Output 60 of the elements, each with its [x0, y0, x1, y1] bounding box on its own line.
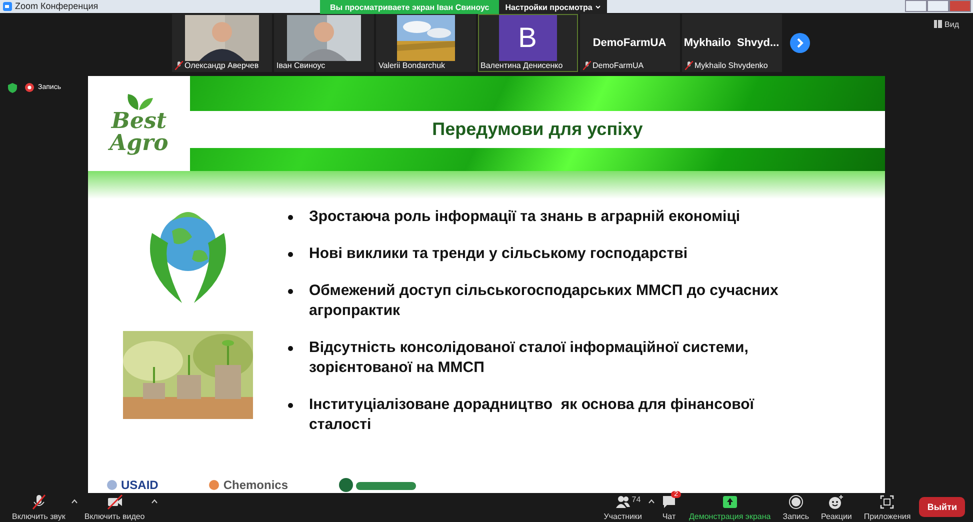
participant-video-tile[interactable]: DemoFarmUA DemoFarmUA — [580, 14, 680, 72]
participant-video-tile[interactable]: Mykhailo Shvyd... Mykhailo Shvydenko — [682, 14, 782, 72]
bullet-text: Відсутність консолідованої сталої інформаційної системи, зорієнтованої на ММСП — [309, 338, 750, 378]
participant-video-tile[interactable]: Іван Свиноус — [274, 14, 374, 72]
next-page-button[interactable] — [790, 32, 810, 53]
participant-name: Valerii Bondarchuk — [378, 60, 446, 70]
screen-share-banner: Вы просматриваете экран Іван Свиноус — [320, 0, 500, 14]
toolbar-button[interactable]: Демонстрация экрана — [682, 494, 777, 521]
participant-display-name: Mykhailo Shvyd... — [684, 36, 780, 50]
muted-mic-icon — [684, 60, 692, 70]
toolbar-button[interactable]: 74 Участники — [598, 494, 648, 521]
participant-video-tile[interactable]: Олександр Аверчев — [172, 14, 272, 72]
window-title: Zoom Конференция — [3, 1, 98, 12]
participant-count: 74 — [632, 494, 641, 504]
participant-name: Іван Свиноус — [276, 60, 326, 70]
bullet-icon — [288, 214, 293, 220]
app-logo-icon — [3, 2, 12, 11]
participant-name: DemoFarmUA — [582, 60, 644, 70]
view-button[interactable]: Вид — [928, 18, 965, 30]
participant-name: Mykhailo Shvydenko — [684, 60, 768, 70]
toolbar-button[interactable]: Приложения — [858, 494, 917, 521]
caret-icon — [595, 5, 602, 9]
shield-icon — [8, 82, 17, 93]
participant-video-tile[interactable]: Valerii Bondarchuk — [376, 14, 476, 72]
muted-mic-icon — [174, 60, 182, 70]
view-options-button[interactable]: Настройки просмотра — [499, 0, 608, 14]
participant-display-name: DemoFarmUA — [592, 36, 666, 50]
bullet-icon — [288, 402, 293, 408]
caret-icon[interactable] — [71, 498, 78, 504]
bullet-text: Обмежений доступ сільськогосподарських ММСП до сучасних агропрактик — [309, 280, 780, 321]
partner-logo: Chemonics — [208, 478, 288, 492]
caret-icon[interactable] — [648, 498, 655, 504]
maximize-button[interactable] — [927, 0, 949, 12]
partner-logo-icon — [338, 478, 418, 492]
participant-name: Валентина Денисенко — [480, 60, 563, 70]
toolbar-button[interactable]: Реакции — [814, 494, 858, 521]
grid-icon — [934, 20, 942, 28]
bullet-text: Інституціалізоване дорадництво як основа для фінансової сталості — [309, 394, 756, 435]
partner-logo: USAID — [106, 478, 158, 492]
bullet-icon — [288, 346, 293, 351]
toolbar-button[interactable]: Включить видео — [78, 494, 151, 521]
slide-title: Передумови для успіху — [432, 118, 643, 140]
apps-icon — [879, 494, 896, 510]
record-icon — [788, 494, 804, 510]
bullet-icon — [288, 252, 293, 257]
participant-video-tile[interactable]: B Валентина Денисенко — [478, 14, 578, 72]
chevron-right-icon — [794, 38, 804, 48]
participant-name: Олександр Аверчев — [174, 60, 259, 70]
caret-icon[interactable] — [150, 498, 158, 504]
muted-mic-icon — [582, 60, 590, 70]
bullet-text: Нові виклики та тренди у сільському господарстві — [309, 244, 688, 264]
avatar-initial: B — [498, 14, 556, 61]
bullet-text: Зростаюча роль інформації та знань в аграрній економіці — [309, 206, 740, 227]
people-icon — [614, 494, 631, 510]
minimize-button[interactable] — [905, 0, 927, 12]
company-logo: Best Agro — [88, 76, 190, 171]
toolbar-button[interactable]: Запись — [776, 494, 815, 521]
bullet-icon — [288, 288, 293, 294]
toolbar-button[interactable]: Включить звук — [6, 494, 72, 521]
leave-button[interactable]: Выйти — [919, 497, 965, 518]
